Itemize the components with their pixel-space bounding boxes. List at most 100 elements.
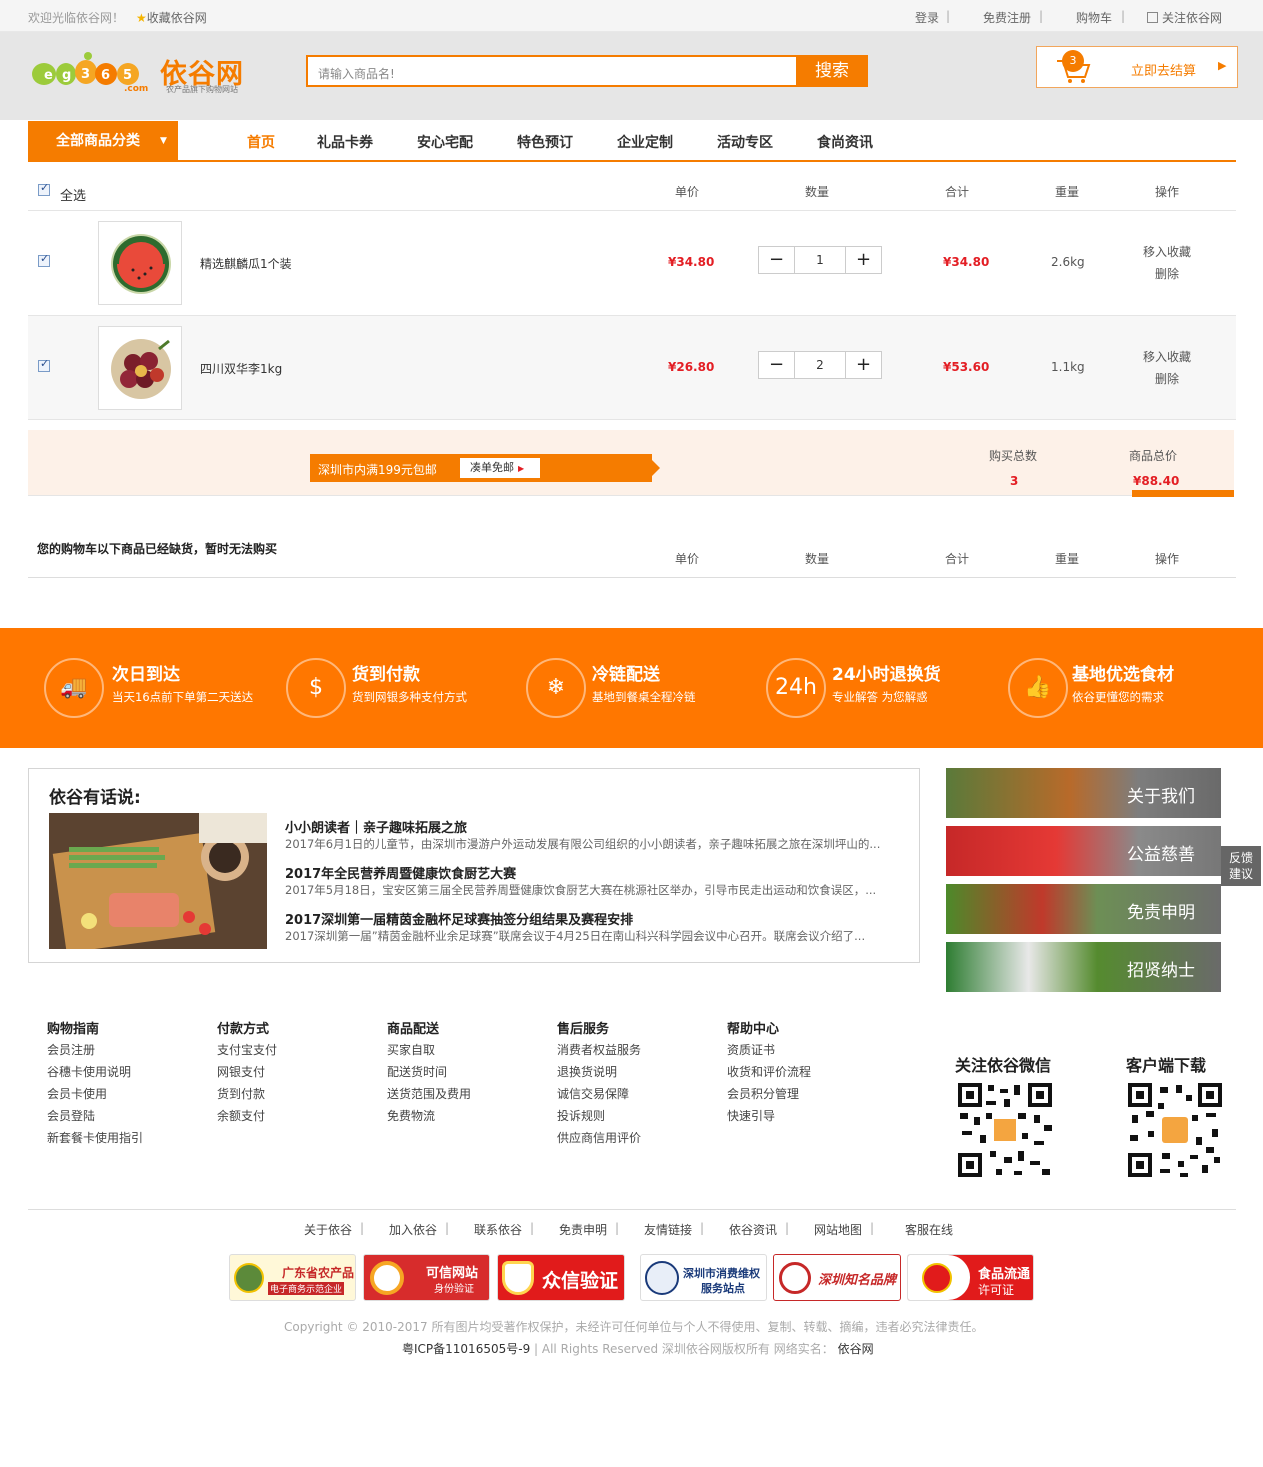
news-image[interactable] — [49, 813, 267, 949]
checkout-button[interactable] — [1132, 490, 1234, 497]
free-shipping-button[interactable]: 凑单免邮 ▶ — [460, 458, 540, 478]
row-total: ¥53.60 — [943, 360, 990, 374]
login-link[interactable]: 登录 — [915, 9, 939, 26]
decrement-button[interactable]: − — [759, 247, 795, 273]
product-name[interactable]: 精选麒麟瓜1个装 — [200, 255, 292, 272]
footer-link[interactable]: 资质证书 — [727, 1041, 775, 1058]
app-qr-icon — [1126, 1081, 1224, 1179]
feedback-button[interactable]: 反馈建议 — [1221, 846, 1261, 886]
footer-link[interactable]: 消费者权益服务 — [557, 1041, 641, 1058]
product-thumbnail[interactable] — [98, 221, 182, 305]
badge-emblem-icon — [645, 1261, 679, 1295]
feature-sub: 当天16点前下单第二天送达 — [112, 690, 254, 704]
footer-link[interactable]: 谷穗卡使用说明 — [47, 1063, 131, 1080]
news-title[interactable]: 2017年全民营养周暨健康饮食厨艺大赛 — [285, 863, 516, 882]
cart-link[interactable]: 购物车 — [1076, 9, 1112, 26]
agri-badge[interactable]: 广东省农产品 电子商务示范企业 — [229, 1254, 356, 1301]
about-us-link[interactable]: 关于我们 — [946, 768, 1221, 818]
bottom-link[interactable]: 网站地图 — [814, 1221, 862, 1238]
footer-link[interactable]: 收货和评价流程 — [727, 1063, 811, 1080]
nav-item-events[interactable]: 活动专区 — [717, 132, 773, 152]
footer-link[interactable]: 快速引导 — [727, 1107, 775, 1124]
product-thumbnail[interactable] — [98, 326, 182, 410]
bottom-link[interactable]: 关于依谷 — [304, 1221, 352, 1238]
checkout-box[interactable]: 3 立即去结算 ▶ — [1036, 46, 1238, 88]
icp-number[interactable]: 粤ICP备11016505号-9 — [402, 1342, 530, 1356]
footer-link[interactable]: 配送货时间 — [387, 1063, 447, 1080]
all-categories-button[interactable]: 全部商品分类 ▼ — [28, 121, 178, 161]
footer-link[interactable]: 送货范围及费用 — [387, 1085, 471, 1102]
app-download-title: 客户端下载 — [1126, 1056, 1207, 1075]
footer-link[interactable]: 会员注册 — [47, 1041, 95, 1058]
footer-link[interactable]: 诚信交易保障 — [557, 1085, 629, 1102]
news-desc: 2017深圳第一届”精茵金融杯业余足球赛”联席会议于4月25日在南山科兴科学园会… — [285, 929, 866, 943]
footer-link[interactable]: 会员卡使用 — [47, 1085, 107, 1102]
delete-link[interactable]: 删除 — [1155, 370, 1179, 387]
news-title[interactable]: 小小朗读者｜亲子趣味拓展之旅 — [285, 817, 467, 836]
bottom-link[interactable]: 联系依谷 — [474, 1221, 522, 1238]
nav-item-preorder[interactable]: 特色预订 — [517, 132, 573, 152]
footer-link[interactable]: 货到付款 — [217, 1085, 265, 1102]
divider: | — [1039, 9, 1044, 23]
feature-sub: 专业解答 为您解惑 — [832, 690, 928, 704]
thermometer-icon: ❄ — [526, 658, 586, 718]
nav-item-enterprise[interactable]: 企业定制 — [617, 132, 673, 152]
footer-link[interactable]: 会员登陆 — [47, 1107, 95, 1124]
footer-link[interactable]: 网银支付 — [217, 1063, 265, 1080]
careers-link[interactable]: 招贤纳士 — [946, 942, 1221, 992]
news-title[interactable]: 2017深圳第一届精茵金融杯足球赛抽签分组结果及赛程安排 — [285, 909, 633, 928]
product-name[interactable]: 四川双华李1kg — [200, 360, 282, 377]
bottom-link[interactable]: 免责申明 — [559, 1221, 607, 1238]
delete-link[interactable]: 删除 — [1155, 265, 1179, 282]
zhongxin-badge[interactable]: 众信验证 — [497, 1254, 625, 1301]
footer-link[interactable]: 支付宝支付 — [217, 1041, 277, 1058]
famous-brand-badge[interactable]: 深圳知名品牌 — [773, 1254, 901, 1301]
select-all-label: 全选 — [60, 189, 87, 204]
footer-link[interactable]: 买家自取 — [387, 1041, 435, 1058]
footer-link[interactable]: 退换货说明 — [557, 1063, 617, 1080]
divider: | — [530, 1221, 535, 1235]
charity-link[interactable]: 公益慈善 — [946, 826, 1221, 876]
footer-link[interactable]: 新套餐卡使用指引 — [47, 1129, 143, 1146]
bottom-link[interactable]: 客服在线 — [905, 1221, 953, 1238]
col-quantity: 数量 — [805, 552, 830, 566]
bottom-link[interactable]: 加入依谷 — [389, 1221, 437, 1238]
increment-button[interactable]: + — [845, 247, 881, 273]
bottom-link[interactable]: 友情链接 — [644, 1221, 692, 1238]
footer-link[interactable]: 供应商信用评价 — [557, 1129, 641, 1146]
trusted-site-badge[interactable]: 可信网站 身份验证 — [363, 1254, 490, 1301]
food-license-badge[interactable]: 食品流通 许可证 — [907, 1254, 1034, 1301]
consumer-rights-badge[interactable]: 深圳市消费维权 服务站点 — [640, 1254, 767, 1301]
quantity-input[interactable]: 2 — [795, 352, 845, 378]
nav-item-delivery[interactable]: 安心宅配 — [417, 132, 473, 152]
divider: | — [785, 1221, 790, 1235]
select-all-checkbox[interactable] — [38, 181, 50, 196]
footer-link[interactable]: 投诉规则 — [557, 1107, 605, 1124]
increment-button[interactable]: + — [845, 352, 881, 378]
footer-link[interactable]: 免费物流 — [387, 1107, 435, 1124]
row-checkbox[interactable] — [38, 252, 50, 267]
nav-item-home[interactable]: 首页 — [247, 132, 275, 152]
bottom-link[interactable]: 依谷资讯 — [729, 1221, 777, 1238]
search-button[interactable]: 搜索 — [796, 55, 868, 87]
move-to-favorites-link[interactable]: 移入收藏 — [1143, 348, 1191, 365]
nav-item-news[interactable]: 食尚资讯 — [817, 132, 873, 152]
row-checkbox[interactable] — [38, 357, 50, 372]
total-price-label: 商品总价 — [1129, 449, 1178, 463]
quantity-input[interactable]: 1 — [795, 247, 845, 273]
disclaimer-link[interactable]: 免责申明 — [946, 884, 1221, 934]
footer-link[interactable]: 余额支付 — [217, 1107, 265, 1124]
follow-link[interactable]: 关注依谷网 — [1147, 9, 1222, 26]
feature-title: 货到付款 — [352, 665, 420, 685]
logo-domain: .com — [124, 84, 149, 94]
register-link[interactable]: 免费注册 — [983, 9, 1031, 26]
decrement-button[interactable]: − — [759, 352, 795, 378]
footer-link[interactable]: 会员积分管理 — [727, 1085, 799, 1102]
search-input[interactable]: 请输入商品名! — [318, 65, 395, 82]
nav-item-gift-cards[interactable]: 礼品卡券 — [317, 132, 373, 152]
food-photo — [49, 813, 267, 949]
site-logo[interactable]: e g 3 6 5 .com 依谷网 农产品旗下购物网站 — [30, 50, 270, 96]
favorite-link[interactable]: ★收藏依谷网 — [136, 9, 207, 26]
footer-col-title: 付款方式 — [217, 1022, 270, 1037]
move-to-favorites-link[interactable]: 移入收藏 — [1143, 243, 1191, 260]
